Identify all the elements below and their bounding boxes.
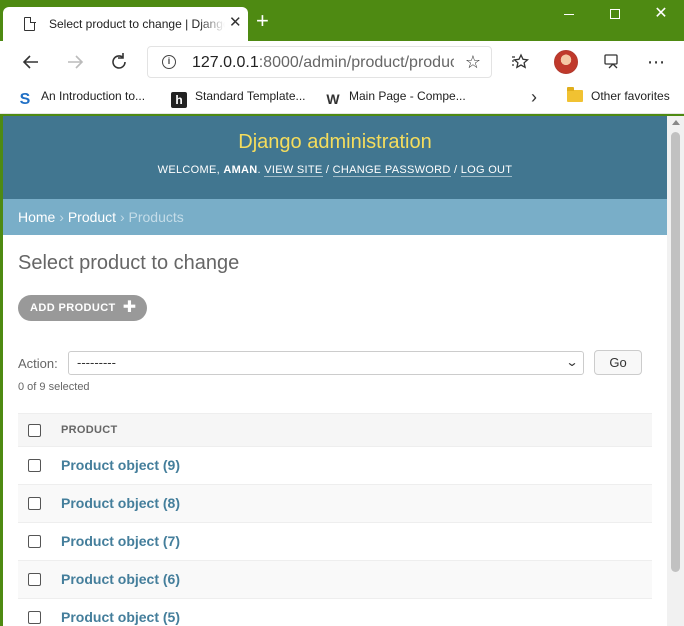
maximize-button[interactable] (600, 4, 630, 19)
other-favorites[interactable]: Other favorites (567, 87, 670, 103)
new-tab-button[interactable]: + (256, 10, 269, 32)
url-text: 127.0.0.1:8000/admin/product/product/ (192, 54, 454, 71)
row-checkbox[interactable] (28, 572, 41, 586)
user-tools: WELCOME, AMAN. VIEW SITE / CHANGE PASSWO… (157, 164, 513, 177)
bookmark-h-icon: h (171, 92, 187, 108)
table-row: Product object (7) (18, 522, 652, 561)
chevron-down-icon: ⌄ (565, 355, 579, 369)
address-bar[interactable]: i 127.0.0.1:8000/admin/product/product/ … (147, 46, 492, 78)
page-icon (24, 16, 36, 31)
table-row: Product object (6) (18, 560, 652, 599)
scroll-up-icon[interactable] (672, 120, 680, 125)
bookmark-w-icon: W (326, 91, 340, 107)
back-icon[interactable] (18, 49, 44, 75)
close-tab-icon[interactable]: ✕ (229, 15, 242, 31)
product-link[interactable]: Product object (8) (61, 495, 180, 511)
share-icon[interactable] (599, 49, 625, 75)
minimize-button[interactable] (554, 4, 584, 15)
forward-icon[interactable] (62, 49, 88, 75)
title-bar: Select product to change | Django site a… (0, 0, 684, 41)
profile-avatar[interactable] (554, 50, 578, 74)
page-scrollbar[interactable] (667, 116, 684, 626)
site-branding[interactable]: Django administration (3, 116, 667, 154)
plus-icon: ✚ (122, 299, 137, 316)
column-header-product[interactable]: PRODUCT (61, 414, 652, 447)
folder-icon (567, 87, 583, 102)
row-checkbox[interactable] (28, 496, 41, 510)
page-title: Select product to change (18, 252, 240, 274)
scrollbar-thumb[interactable] (671, 132, 680, 572)
actions-bar: Action: --------- ⌄ Go (18, 350, 652, 375)
table-row: Product object (9) (18, 446, 652, 485)
page-viewport: Django administration WELCOME, AMAN. VIE… (3, 116, 667, 626)
go-button[interactable]: Go (594, 350, 642, 375)
bookmark-item[interactable]: h Standard Template... (171, 89, 306, 108)
browser-toolbar: i 127.0.0.1:8000/admin/product/product/ … (0, 41, 684, 83)
change-password-link[interactable]: CHANGE PASSWORD (332, 164, 451, 177)
selection-counter: 0 of 9 selected (18, 381, 90, 393)
browser-tab[interactable]: Select product to change | Django site a… (3, 7, 248, 41)
bookmarks-bar: S An Introduction to... h Standard Templat… (0, 83, 684, 114)
admin-header: Django administration WELCOME, AMAN. VIE… (3, 116, 667, 199)
favorites-icon[interactable] (508, 49, 534, 75)
product-link[interactable]: Product object (6) (61, 571, 180, 587)
breadcrumb: Home › Product › Products (3, 199, 667, 235)
add-favorite-icon[interactable]: ☆ (465, 52, 481, 73)
refresh-icon[interactable] (106, 49, 132, 75)
add-product-button[interactable]: ADD PRODUCT ✚ (18, 295, 147, 321)
breadcrumb-product[interactable]: Product (68, 209, 116, 225)
results-table: PRODUCT Product object (9) Product objec… (18, 413, 652, 626)
product-link[interactable]: Product object (5) (61, 609, 180, 625)
breadcrumb-home[interactable]: Home (18, 209, 55, 225)
table-row: Product object (8) (18, 484, 652, 523)
table-row: Product object (5) (18, 598, 652, 626)
row-checkbox[interactable] (28, 458, 41, 472)
info-icon[interactable]: i (162, 55, 176, 69)
bookmark-s-icon: S (19, 91, 31, 108)
action-select[interactable]: --------- ⌄ (68, 351, 584, 375)
window-close-button[interactable]: ✕ (646, 4, 676, 24)
view-site-link[interactable]: VIEW SITE (264, 164, 323, 177)
username: AMAN (223, 164, 258, 176)
row-checkbox[interactable] (28, 534, 41, 548)
logout-link[interactable]: LOG OUT (460, 164, 513, 177)
more-menu-icon[interactable]: ⋯ (643, 49, 669, 75)
tab-title: Select product to change | Django site a… (49, 17, 225, 31)
action-label: Action: (18, 356, 58, 371)
product-link[interactable]: Product object (7) (61, 533, 180, 549)
select-all-checkbox[interactable] (28, 423, 41, 437)
bookmark-item[interactable]: W Main Page - Compe... (325, 89, 465, 107)
main-content: Select product to change ADD PRODUCT ✚ Ac… (3, 235, 667, 626)
breadcrumb-current: Products (128, 209, 184, 225)
row-checkbox[interactable] (28, 610, 41, 624)
table-header-row: PRODUCT (18, 413, 652, 447)
bookmark-item[interactable]: S An Introduction to... (17, 89, 145, 108)
chevron-right-icon[interactable]: › (531, 87, 537, 108)
product-link[interactable]: Product object (9) (61, 457, 180, 473)
